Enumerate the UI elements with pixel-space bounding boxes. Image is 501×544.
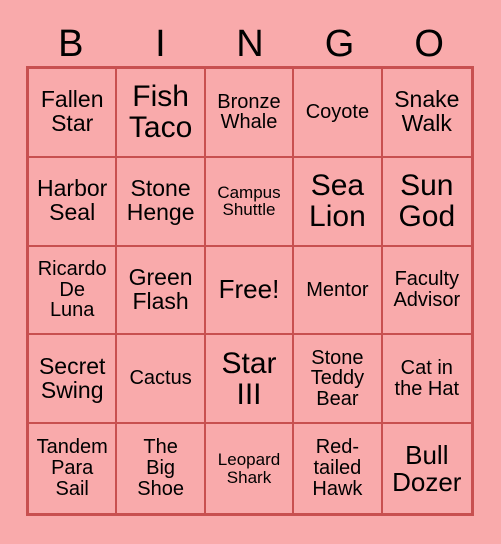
bingo-cell[interactable]: Mentor — [294, 246, 383, 336]
bingo-cell[interactable]: Free! — [205, 246, 295, 336]
bingo-cell[interactable]: Bull Dozer — [382, 424, 471, 513]
bingo-cell[interactable]: Harbor Seal — [29, 157, 118, 247]
bingo-cell-label: Snake Walk — [394, 86, 460, 137]
bingo-cell[interactable]: Coyote — [294, 69, 383, 158]
bingo-cell-label: Fish Taco — [128, 80, 193, 145]
bingo-cell-label: Stone Teddy Bear — [310, 346, 365, 411]
bingo-cell-label: Sun God — [398, 169, 456, 234]
header-letter-o: O — [414, 23, 444, 65]
bingo-cell[interactable]: Fallen Star — [29, 69, 118, 158]
bingo-cell[interactable]: Star III — [205, 335, 295, 425]
bingo-cell-label: Cactus — [129, 367, 192, 390]
bingo-cell[interactable]: Leopard Shark — [205, 424, 295, 513]
bingo-cell-label: Campus Shuttle — [217, 182, 281, 220]
bingo-cell-label: Bull Dozer — [392, 439, 462, 497]
bingo-cell[interactable]: Stone Henge — [117, 157, 206, 247]
bingo-cell-label: Harbor Seal — [37, 175, 108, 226]
header-letter-i: I — [155, 23, 166, 65]
bingo-cell[interactable]: The Big Shoe — [117, 424, 206, 513]
bingo-cell-label: Star III — [221, 346, 277, 411]
bingo-cell-label: Cat in the Hat — [394, 356, 460, 400]
bingo-cell-label: Ricardo De Luna — [37, 257, 107, 322]
bingo-card: B I N G O Fallen Star Fish Taco Bronze Wha… — [0, 0, 501, 544]
bingo-cell-label: Green Flash — [128, 264, 193, 314]
bingo-cell-label: Mentor — [306, 278, 369, 301]
bingo-cell[interactable]: Secret Swing — [29, 335, 118, 425]
header-letter-n: N — [236, 23, 264, 65]
bingo-cell[interactable]: Ricardo De Luna — [29, 246, 118, 336]
header-letter-g: G — [324, 23, 355, 65]
bingo-cell[interactable]: Campus Shuttle — [205, 157, 295, 247]
bingo-cell-label: Sea Lion — [309, 169, 366, 234]
bingo-cell[interactable]: Snake Walk — [382, 69, 471, 158]
bingo-cell-label: Free! — [218, 274, 280, 305]
bingo-cell-label: Secret Swing — [38, 352, 106, 403]
bingo-cell-label: Tandem Para Sail — [36, 436, 108, 500]
bingo-cell[interactable]: Cat in the Hat — [382, 335, 471, 425]
bingo-cell[interactable]: Sun God — [382, 157, 471, 247]
bingo-cell-label: The Big Shoe — [137, 436, 184, 500]
bingo-cell[interactable]: Fish Taco — [117, 69, 206, 158]
bingo-cell-label: Stone Henge — [126, 175, 195, 226]
bingo-header: B I N G O — [26, 22, 474, 66]
bingo-cell-label: Leopard Shark — [217, 449, 281, 487]
bingo-cell-label: Coyote — [305, 101, 370, 123]
header-letter-b: B — [58, 23, 84, 65]
bingo-cell-label: Fallen Star — [40, 86, 104, 137]
bingo-cell[interactable]: Tandem Para Sail — [29, 424, 118, 513]
bingo-cell[interactable]: Bronze Whale — [205, 69, 295, 158]
bingo-cell-label: Bronze Whale — [217, 90, 281, 134]
bingo-cell[interactable]: Cactus — [117, 335, 206, 425]
bingo-grid: Fallen Star Fish Taco Bronze Whale Coyote Sn… — [26, 66, 474, 516]
bingo-cell[interactable]: Faculty Advisor — [382, 246, 471, 336]
bingo-cell[interactable]: Red- tailed Hawk — [294, 424, 383, 513]
bingo-cell-label: Red- tailed Hawk — [312, 436, 363, 500]
bingo-cell[interactable]: Sea Lion — [294, 157, 383, 247]
bingo-cell[interactable]: Green Flash — [117, 246, 206, 336]
bingo-cell-label: Faculty Advisor — [393, 268, 461, 311]
bingo-cell[interactable]: Stone Teddy Bear — [294, 335, 383, 425]
